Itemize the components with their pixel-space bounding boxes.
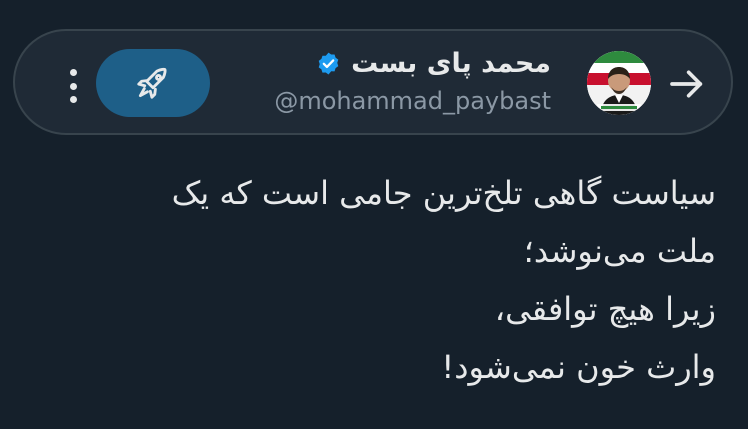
more-dot-icon: [69, 69, 77, 76]
rocket-icon: [137, 67, 167, 99]
arrow-right-icon: [670, 70, 703, 98]
more-dot-icon: [69, 82, 77, 90]
avatar-image: [587, 51, 651, 115]
user-handle[interactable]: @mohammad_paybast: [191, 87, 551, 115]
name-row: محمد پای بست: [191, 43, 551, 83]
verified-badge-icon: [318, 52, 339, 74]
tweet-text-line: ملت می‌نوشد؛: [523, 232, 716, 270]
profile-header-bar: محمد پای بست @mohammad_paybast: [13, 29, 733, 135]
avatar[interactable]: [587, 51, 651, 115]
back-button[interactable]: [665, 62, 709, 106]
display-name[interactable]: محمد پای بست: [351, 48, 551, 79]
more-options-button[interactable]: [67, 69, 79, 103]
tweet-text-line: سیاست گاهی تلخ‌ترین جامی است که یک: [171, 174, 716, 212]
more-dot-icon: [69, 96, 77, 103]
tweet-text-line: زیرا هیچ توافقی،: [494, 290, 716, 328]
tweet-text: سیاست گاهی تلخ‌ترین جامی است که یک ملت م…: [56, 164, 716, 396]
user-info[interactable]: محمد پای بست @mohammad_paybast: [191, 43, 551, 116]
tweet-text-line: وارث خون نمی‌شود!: [441, 348, 716, 386]
